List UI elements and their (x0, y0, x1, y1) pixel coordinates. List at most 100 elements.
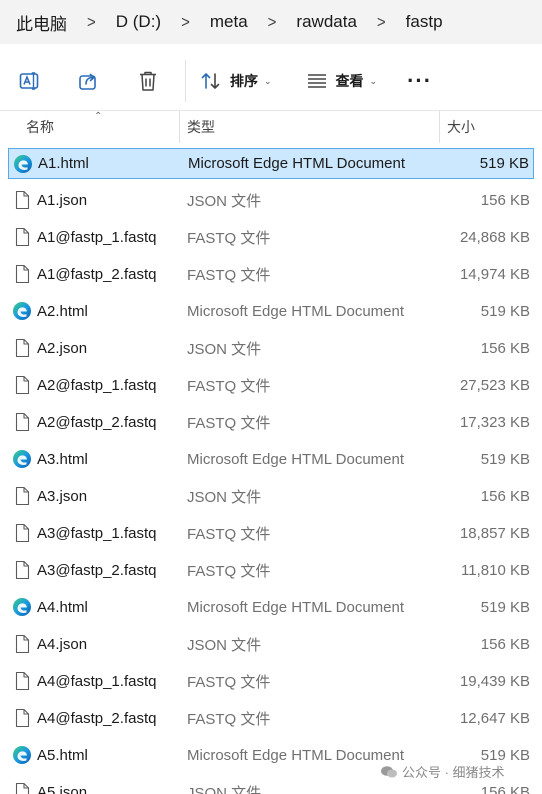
file-type: FASTQ 文件 (187, 674, 271, 691)
file-name: A3@fastp_2.fastq (37, 562, 157, 579)
file-type: FASTQ 文件 (187, 230, 271, 247)
file-row[interactable]: A4.html Microsoft Edge HTML Document 519 K… (8, 592, 534, 623)
breadcrumb-meta[interactable]: meta (204, 12, 254, 32)
view-button[interactable]: 查看 ⌄ (306, 71, 378, 91)
file-row[interactable]: A1@fastp_2.fastq FASTQ 文件 14,974 KB (8, 259, 534, 290)
chevron-right-icon[interactable]: > (363, 13, 400, 32)
file-size: 27,523 KB (459, 377, 530, 394)
column-header-name[interactable]: 名称 (26, 111, 54, 143)
file-row[interactable]: A3.json JSON 文件 156 KB (8, 481, 534, 512)
file-icon (12, 634, 32, 654)
file-name: A2@fastp_2.fastq (37, 414, 157, 431)
file-name: A2@fastp_1.fastq (37, 377, 157, 394)
file-type: JSON 文件 (187, 341, 262, 358)
file-size: 156 KB (480, 488, 530, 505)
file-type: Microsoft Edge HTML Document (187, 599, 405, 616)
file-size: 19,439 KB (459, 673, 530, 690)
file-name: A2.html (37, 303, 88, 320)
file-size: 12,647 KB (459, 710, 530, 727)
file-icon (12, 671, 32, 691)
share-button[interactable] (75, 67, 103, 95)
toolbar-divider (185, 60, 186, 102)
file-icon (12, 560, 32, 580)
file-type: Microsoft Edge HTML Document (188, 155, 406, 172)
more-options-button[interactable]: ··· (407, 68, 432, 94)
rename-icon (19, 72, 39, 90)
file-name: A4.json (37, 636, 88, 653)
file-type: Microsoft Edge HTML Document (187, 451, 405, 468)
file-row[interactable]: A3@fastp_1.fastq FASTQ 文件 18,857 KB (8, 518, 534, 549)
file-row[interactable]: A4@fastp_1.fastq FASTQ 文件 19,439 KB (8, 666, 534, 697)
file-size: 18,857 KB (459, 525, 530, 542)
share-icon (79, 73, 96, 90)
file-size: 11,810 KB (461, 562, 530, 579)
file-icon (12, 486, 32, 506)
file-row[interactable]: A3.html Microsoft Edge HTML Document 519 K… (8, 444, 534, 475)
chevron-right-icon[interactable]: > (73, 13, 110, 32)
sort-button[interactable]: 排序 ⌄ (200, 71, 272, 91)
column-header-size[interactable]: 大小 (447, 111, 475, 143)
file-type: FASTQ 文件 (187, 563, 271, 580)
file-row[interactable]: A1.html Microsoft Edge HTML Document 519 K… (8, 148, 534, 179)
breadcrumb-fastp[interactable]: fastp (400, 12, 449, 32)
file-name: A4@fastp_1.fastq (37, 673, 157, 690)
rename-button[interactable] (16, 67, 44, 95)
file-type: JSON 文件 (187, 489, 262, 506)
file-size: 24,868 KB (459, 229, 530, 246)
file-size: 156 KB (480, 192, 530, 209)
file-row[interactable]: A2@fastp_2.fastq FASTQ 文件 17,323 KB (8, 407, 534, 438)
file-row[interactable]: A2.json JSON 文件 156 KB (8, 333, 534, 364)
column-headers: ⌃ 名称 类型 大小 (0, 111, 542, 143)
file-row[interactable]: A1@fastp_1.fastq FASTQ 文件 24,868 KB (8, 222, 534, 253)
file-size: 519 KB (480, 303, 530, 320)
file-row[interactable]: A1.json JSON 文件 156 KB (8, 185, 534, 216)
command-bar: 排序 ⌄ 查看 ⌄ ··· (0, 52, 542, 110)
breadcrumb-drive-d[interactable]: D (D:) (110, 12, 167, 32)
file-type: JSON 文件 (187, 637, 262, 654)
file-size: 519 KB (480, 599, 530, 616)
edge-icon (12, 449, 32, 469)
chevron-down-icon: ⌄ (369, 75, 378, 86)
breadcrumb-this-pc[interactable]: 此电脑 (10, 10, 73, 35)
file-icon (12, 523, 32, 543)
chevron-down-icon: ⌄ (264, 75, 272, 86)
column-resize-handle[interactable] (179, 111, 180, 143)
file-row[interactable]: A3@fastp_2.fastq FASTQ 文件 11,810 KB (8, 555, 534, 586)
file-type: FASTQ 文件 (187, 267, 271, 284)
file-type: FASTQ 文件 (187, 415, 271, 432)
file-size: 156 KB (480, 636, 530, 653)
sort-ascending-icon: ⌃ (94, 111, 103, 122)
sort-icon (201, 73, 220, 89)
file-name: A1@fastp_2.fastq (37, 266, 157, 283)
file-icon (12, 708, 32, 728)
file-icon (12, 190, 32, 210)
file-name: A1.json (37, 192, 88, 209)
sort-label: 排序 (230, 73, 258, 89)
file-row[interactable]: A2@fastp_1.fastq FASTQ 文件 27,523 KB (8, 370, 534, 401)
file-size: 14,974 KB (459, 266, 530, 283)
file-name: A3.json (37, 488, 88, 505)
delete-button[interactable] (134, 67, 162, 95)
file-size: 519 KB (480, 451, 530, 468)
watermark: 公众号 · 细猪技术 (380, 762, 505, 781)
breadcrumb-rawdata[interactable]: rawdata (290, 12, 362, 32)
file-type: FASTQ 文件 (187, 378, 271, 395)
chevron-right-icon[interactable]: > (167, 13, 204, 32)
file-icon (12, 227, 32, 247)
file-row[interactable]: A4.json JSON 文件 156 KB (8, 629, 534, 660)
file-name: A5.json (37, 784, 88, 794)
file-row[interactable]: A4@fastp_2.fastq FASTQ 文件 12,647 KB (8, 703, 534, 734)
file-size: 156 KB (480, 340, 530, 357)
chevron-right-icon[interactable]: > (254, 13, 291, 32)
file-type: Microsoft Edge HTML Document (187, 303, 405, 320)
edge-icon (12, 597, 32, 617)
file-size: 17,323 KB (459, 414, 530, 431)
file-row[interactable]: A2.html Microsoft Edge HTML Document 519 K… (8, 296, 534, 327)
column-resize-handle[interactable] (439, 111, 440, 143)
column-header-type[interactable]: 类型 (187, 111, 215, 143)
file-type: JSON 文件 (187, 785, 262, 794)
breadcrumb: 此电脑 > D (D:) > meta > rawdata > fastp (0, 0, 542, 44)
file-name: A4.html (37, 599, 88, 616)
file-type: JSON 文件 (187, 193, 262, 210)
file-name: A1.html (38, 155, 89, 172)
